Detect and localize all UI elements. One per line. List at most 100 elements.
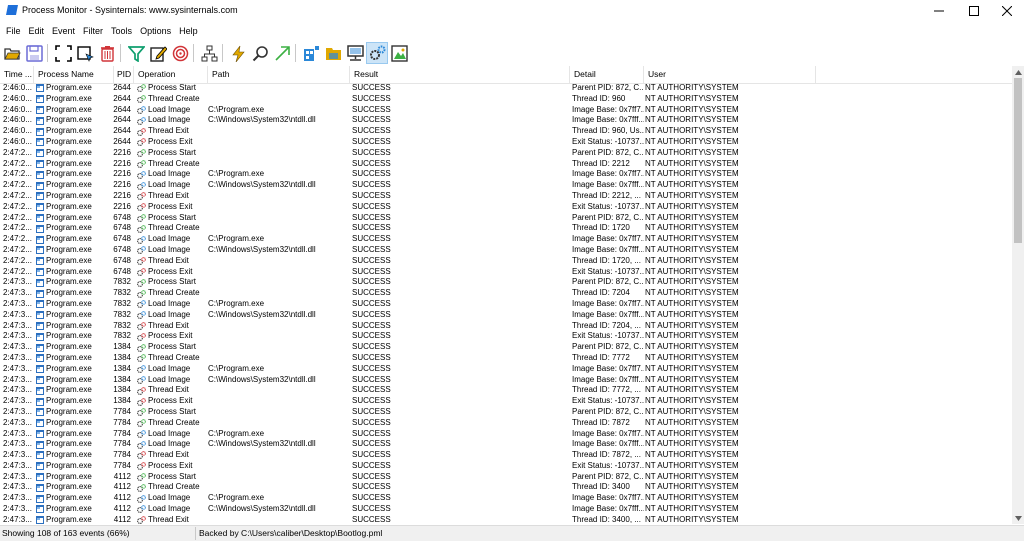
cell-pid: 7832 — [113, 309, 131, 319]
scroll-up-button[interactable] — [1012, 66, 1024, 78]
table-row[interactable]: 2:47:3... Program.exe 1384 Process Exit SUCC… — [0, 396, 1012, 407]
profiling-activity-button[interactable] — [389, 43, 409, 63]
cell-pid: 6748 — [113, 212, 131, 222]
table-row[interactable]: 2:47:3... Program.exe 7784 Load Image C:\Pro… — [0, 429, 1012, 440]
cell-time: 2:47:2... — [3, 266, 32, 276]
table-row[interactable]: 2:47:3... Program.exe 4112 Process Start SUC… — [0, 472, 1012, 483]
table-row[interactable]: 2:47:3... Program.exe 7784 Process Start SUC… — [0, 407, 1012, 418]
close-button[interactable] — [990, 0, 1024, 21]
cell-process-name: Program.exe — [36, 439, 110, 450]
table-row[interactable]: 2:47:3... Program.exe 4112 Load Image C:\Win… — [0, 504, 1012, 515]
menu-event[interactable]: Event — [46, 26, 75, 36]
capture-button[interactable] — [75, 43, 95, 63]
open-button[interactable] — [2, 43, 22, 63]
cell-path — [208, 342, 348, 353]
column-header-user[interactable]: User — [644, 66, 816, 83]
jump-button[interactable] — [228, 43, 248, 63]
find-button[interactable] — [250, 43, 270, 63]
column-header-process-name[interactable]: Process Name — [34, 66, 114, 83]
table-row[interactable]: 2:47:2... Program.exe 6748 Load Image C:\Win… — [0, 245, 1012, 256]
table-row[interactable]: 2:47:3... Program.exe 7784 Thread Create SUC… — [0, 418, 1012, 429]
scroll-thumb[interactable] — [1014, 78, 1022, 243]
table-row[interactable]: 2:47:2... Program.exe 2216 Load Image C:\Pro… — [0, 169, 1012, 180]
table-row[interactable]: 2:46:0... Program.exe 2644 Load Image C:\Pro… — [0, 105, 1012, 116]
cell-detail: Image Base: 0x7ff7... — [572, 493, 644, 503]
cell-path — [208, 267, 348, 278]
table-row[interactable]: 2:47:3... Program.exe 7784 Thread Exit SUCCE… — [0, 450, 1012, 461]
table-row[interactable]: 2:47:2... Program.exe 2216 Thread Create SUC… — [0, 159, 1012, 170]
table-row[interactable]: 2:46:0... Program.exe 2644 Process Exit SUCC… — [0, 137, 1012, 148]
network-activity-button[interactable] — [345, 43, 365, 63]
cell-user: NT AUTHORITY\SYSTEM — [645, 266, 739, 276]
table-row[interactable]: 2:47:2... Program.exe 6748 Thread Create SUC… — [0, 223, 1012, 234]
table-row[interactable]: 2:47:3... Program.exe 1384 Thread Create SUC… — [0, 353, 1012, 364]
table-row[interactable]: 2:47:2... Program.exe 2216 Thread Exit SUCCE… — [0, 191, 1012, 202]
menu-help[interactable]: Help — [173, 26, 198, 36]
menu-edit[interactable]: Edit — [23, 26, 45, 36]
cell-result: SUCCESS — [352, 374, 391, 384]
minimize-button[interactable] — [922, 0, 956, 21]
process-activity-icon — [137, 278, 146, 287]
column-header-time[interactable]: Time ... — [0, 66, 34, 83]
highlight-button[interactable] — [148, 43, 168, 63]
table-row[interactable]: 2:47:2... Program.exe 2216 Process Start SUC… — [0, 148, 1012, 159]
table-row[interactable]: 2:47:2... Program.exe 2216 Process Exit SUCC… — [0, 202, 1012, 213]
cell-time: 2:46:0... — [3, 136, 32, 146]
table-row[interactable]: 2:47:2... Program.exe 6748 Thread Exit SUCCE… — [0, 256, 1012, 267]
table-row[interactable]: 2:46:0... Program.exe 2644 Load Image C:\Win… — [0, 115, 1012, 126]
cell-path: C:\Windows\System32\ntdll.dll — [208, 374, 316, 384]
jump-to-button[interactable] — [272, 43, 292, 63]
menu-file[interactable]: File — [0, 26, 21, 36]
table-row[interactable]: 2:47:3... Program.exe 7832 Process Start SUC… — [0, 277, 1012, 288]
table-row[interactable]: 2:47:2... Program.exe 2216 Load Image C:\Win… — [0, 180, 1012, 191]
file-activity-button[interactable] — [323, 43, 343, 63]
column-header-result[interactable]: Result — [350, 66, 570, 83]
cell-result: SUCCESS — [352, 309, 391, 319]
table-row[interactable]: 2:46:0... Program.exe 2644 Thread Exit SUCCE… — [0, 126, 1012, 137]
table-row[interactable]: 2:47:2... Program.exe 6748 Process Start SUC… — [0, 213, 1012, 224]
table-row[interactable]: 2:47:3... Program.exe 1384 Load Image C:\Pro… — [0, 364, 1012, 375]
table-row[interactable]: 2:47:3... Program.exe 4112 Thread Create SUC… — [0, 482, 1012, 493]
autoscroll-button[interactable] — [53, 43, 73, 63]
vertical-scrollbar[interactable] — [1012, 66, 1024, 524]
table-row[interactable]: 2:46:0... Program.exe 2644 Thread Create SUC… — [0, 94, 1012, 105]
registry-activity-button[interactable] — [301, 43, 321, 63]
table-row[interactable]: 2:47:3... Program.exe 1384 Load Image C:\Win… — [0, 375, 1012, 386]
column-header-operation[interactable]: Operation — [134, 66, 208, 83]
column-header-path[interactable]: Path — [208, 66, 350, 83]
toolbar-separator — [222, 44, 223, 62]
menu-options[interactable]: Options — [134, 26, 171, 36]
menu-tools[interactable]: Tools — [105, 26, 132, 36]
table-row[interactable]: 2:47:3... Program.exe 7784 Process Exit SUCC… — [0, 461, 1012, 472]
include-process-button[interactable] — [170, 43, 190, 63]
process-activity-button[interactable] — [366, 42, 388, 64]
table-row[interactable]: 2:47:3... Program.exe 7784 Load Image C:\Win… — [0, 439, 1012, 450]
table-row[interactable]: 2:47:3... Program.exe 7832 Load Image C:\Pro… — [0, 299, 1012, 310]
table-row[interactable]: 2:47:3... Program.exe 4112 Thread Exit SUCCE… — [0, 515, 1012, 524]
scroll-down-button[interactable] — [1012, 512, 1024, 524]
table-row[interactable]: 2:47:2... Program.exe 6748 Process Exit SUCC… — [0, 267, 1012, 278]
table-row[interactable]: 2:47:3... Program.exe 1384 Process Start SUC… — [0, 342, 1012, 353]
table-row[interactable]: 2:46:0... Program.exe 2644 Process Start SUC… — [0, 83, 1012, 94]
table-row[interactable]: 2:47:3... Program.exe 7832 Thread Exit SUCCE… — [0, 321, 1012, 332]
menu-filter[interactable]: Filter — [77, 26, 103, 36]
table-row[interactable]: 2:47:3... Program.exe 7832 Process Exit SUCC… — [0, 331, 1012, 342]
table-row[interactable]: 2:47:3... Program.exe 4112 Load Image C:\Pro… — [0, 493, 1012, 504]
save-button[interactable] — [24, 43, 44, 63]
cell-operation: Process Exit — [137, 331, 207, 342]
column-header-pid[interactable]: PID — [114, 66, 134, 83]
cell-result: SUCCESS — [352, 342, 391, 352]
cell-detail: Image Base: 0x7ff7... — [572, 428, 644, 438]
process-activity-icon — [369, 45, 385, 60]
process-tree-button[interactable] — [199, 43, 219, 63]
table-row[interactable]: 2:47:3... Program.exe 7832 Load Image C:\Win… — [0, 310, 1012, 321]
table-row[interactable]: 2:47:3... Program.exe 1384 Thread Exit SUCCE… — [0, 385, 1012, 396]
filter-button[interactable] — [126, 43, 146, 63]
cell-detail: Parent PID: 872, C... — [572, 471, 644, 481]
clear-button[interactable] — [97, 43, 117, 63]
maximize-button[interactable] — [957, 0, 991, 21]
table-row[interactable]: 2:47:2... Program.exe 6748 Load Image C:\Pro… — [0, 234, 1012, 245]
column-header-detail[interactable]: Detail — [570, 66, 644, 83]
process-icon — [36, 321, 44, 330]
table-row[interactable]: 2:47:3... Program.exe 7832 Thread Create SUC… — [0, 288, 1012, 299]
